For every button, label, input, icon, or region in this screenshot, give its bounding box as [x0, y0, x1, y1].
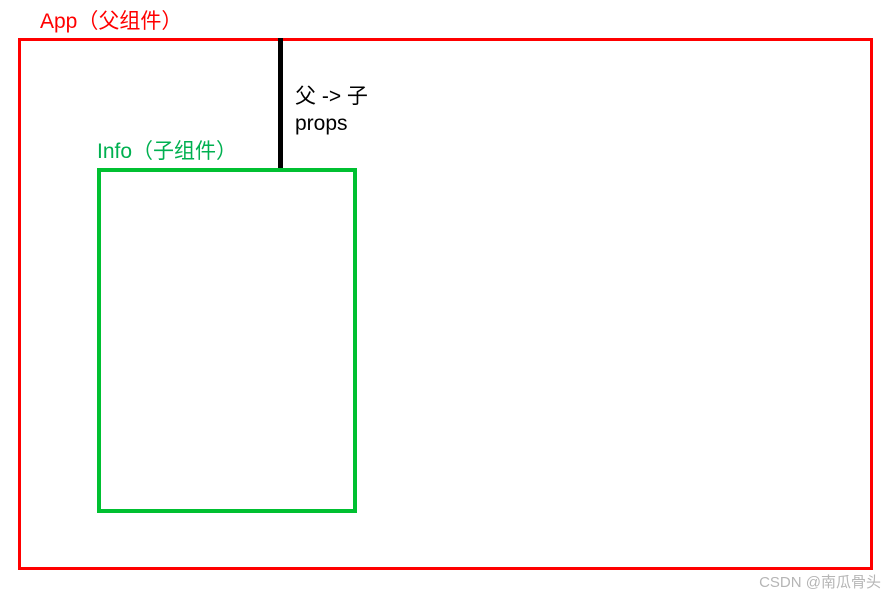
arrow-props-label: props — [295, 112, 348, 136]
watermark-text: CSDN @南瓜骨头 — [759, 571, 881, 592]
parent-component-label: App（父组件） — [40, 5, 182, 35]
arrow-direction-label: 父 -> 子 — [295, 80, 368, 110]
props-arrow-line — [278, 38, 283, 170]
diagram-canvas: App（父组件） 父 -> 子 props Info（子组件） CSDN @南瓜… — [0, 0, 891, 598]
child-component-box — [97, 168, 357, 513]
child-component-label: Info（子组件） — [97, 135, 237, 165]
